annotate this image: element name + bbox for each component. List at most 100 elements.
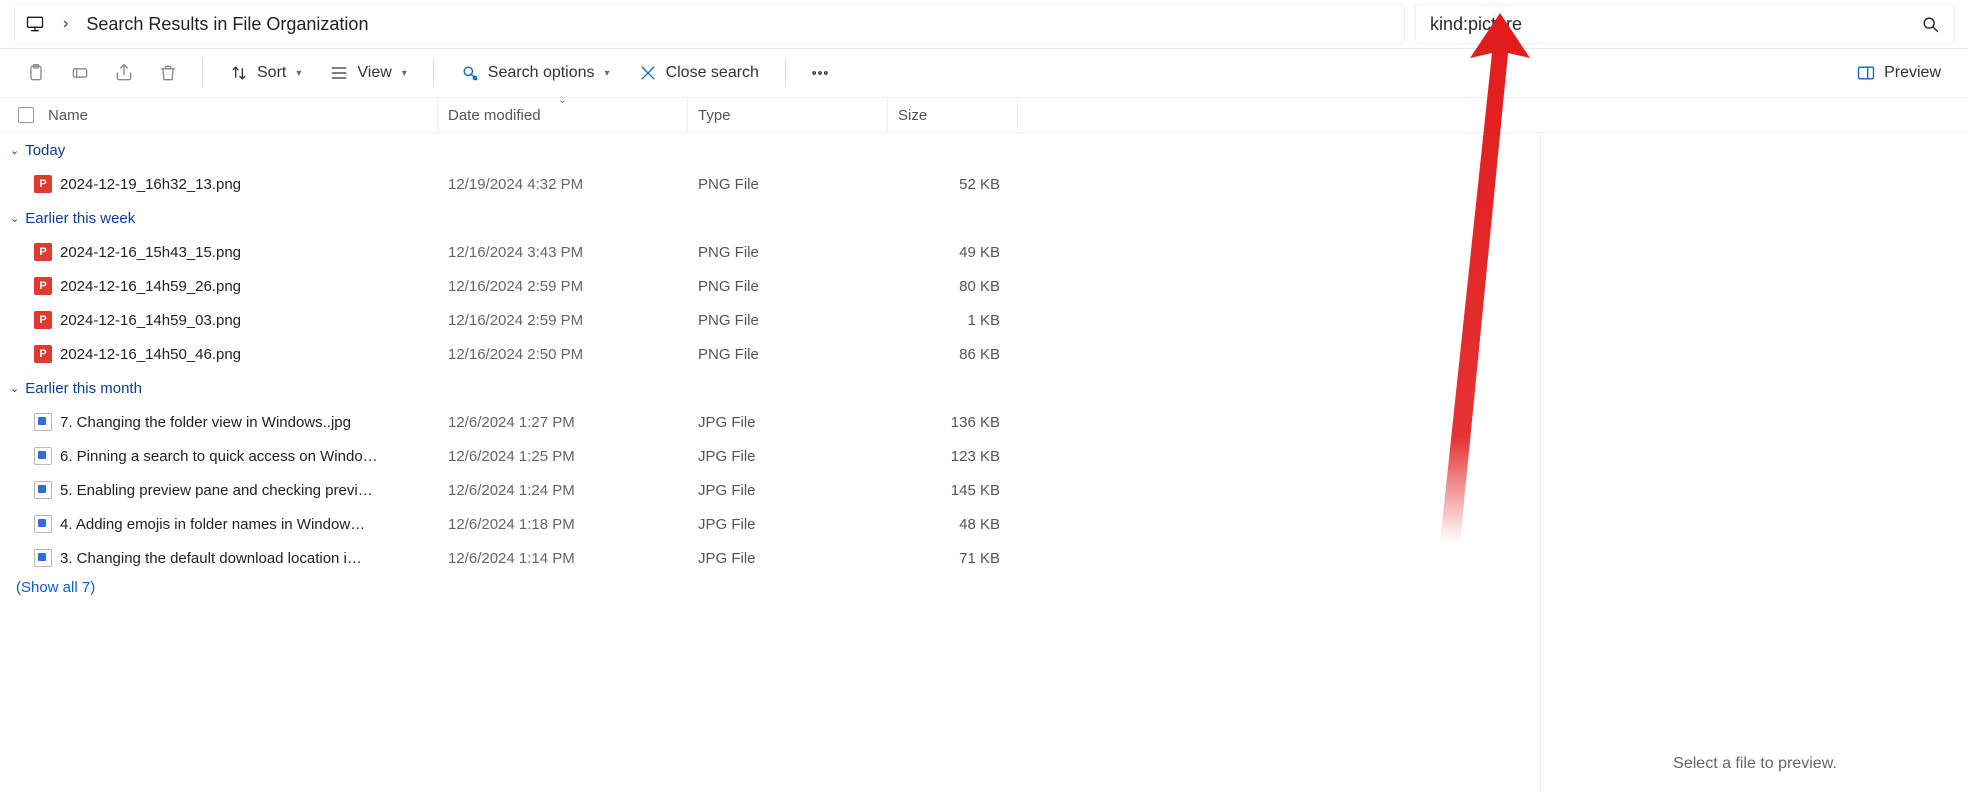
group-label: Earlier this week — [25, 210, 135, 227]
jpg-file-icon — [34, 549, 52, 567]
sort-label: Sort — [257, 64, 286, 82]
group-header[interactable]: ⌄Earlier this week — [0, 201, 1540, 235]
pc-icon — [25, 14, 45, 34]
file-size: 80 KB — [888, 278, 1018, 295]
file-type: PNG File — [688, 278, 888, 295]
toolbar-separator — [202, 59, 203, 87]
file-size: 49 KB — [888, 244, 1018, 261]
file-name: 4. Adding emojis in folder names in Wind… — [60, 516, 365, 533]
search-gear-icon — [460, 63, 480, 83]
chevron-down-icon: ▾ — [296, 68, 301, 79]
column-type[interactable]: Type — [688, 97, 888, 133]
content-area: ⌄ Today P2024-12-19_16h32_13.png12/19/2024… — [0, 133, 1969, 793]
png-file-icon: P — [34, 345, 52, 363]
file-row[interactable]: P2024-12-19_16h32_13.png12/19/2024 4:32 … — [0, 167, 1540, 201]
toolbar: Sort ▾ View ▾ Search options ▾ Close sea… — [0, 49, 1969, 97]
more-button[interactable] — [802, 55, 838, 91]
preview-toggle-button[interactable]: Preview — [1846, 55, 1951, 91]
column-size[interactable]: Size — [888, 97, 1018, 133]
chevron-down-icon: ⌄ — [10, 382, 19, 395]
chevron-down-icon: ▾ — [402, 68, 407, 79]
file-row[interactable]: 5. Enabling preview pane and checking pr… — [0, 473, 1540, 507]
chevron-down-icon: ⌄ — [10, 144, 19, 157]
file-name: 2024-12-16_14h59_26.png — [60, 278, 241, 295]
file-type: PNG File — [688, 312, 888, 329]
file-date: 12/16/2024 3:43 PM — [438, 244, 688, 261]
file-name: 5. Enabling preview pane and checking pr… — [60, 482, 373, 499]
png-file-icon: P — [34, 175, 52, 193]
group-header[interactable]: ⌄ Today — [0, 133, 1540, 167]
column-size-label: Size — [898, 107, 927, 124]
file-row[interactable]: 6. Pinning a search to quick access on W… — [0, 439, 1540, 473]
file-size: 1 KB — [888, 312, 1018, 329]
column-date-label: Date modified — [448, 107, 541, 124]
breadcrumb-title[interactable]: Search Results in File Organization — [86, 14, 368, 35]
sort-indicator-icon: ⌄ — [558, 95, 566, 106]
chevron-down-icon: ▾ — [605, 68, 610, 79]
group-header[interactable]: ⌄ Earlier this month — [0, 371, 1540, 405]
search-box[interactable] — [1415, 4, 1955, 44]
file-date: 12/16/2024 2:50 PM — [438, 346, 688, 363]
file-type: PNG File — [688, 176, 888, 193]
file-date: 12/6/2024 1:18 PM — [438, 516, 688, 533]
file-row[interactable]: 4. Adding emojis in folder names in Wind… — [0, 507, 1540, 541]
search-options-button[interactable]: Search options ▾ — [450, 55, 620, 91]
sort-button[interactable]: Sort ▾ — [219, 55, 311, 91]
column-name[interactable]: Name — [18, 97, 438, 133]
address-bar-row: › Search Results in File Organization — [0, 0, 1969, 48]
close-icon — [638, 63, 658, 83]
file-row[interactable]: P2024-12-16_15h43_15.png12/16/2024 3:43 … — [0, 235, 1540, 269]
file-type: JPG File — [688, 448, 888, 465]
close-search-label: Close search — [666, 64, 759, 82]
toolbar-separator — [433, 59, 434, 87]
address-box[interactable]: › Search Results in File Organization — [14, 4, 1405, 44]
file-row[interactable]: P2024-12-16_14h59_26.png12/16/2024 2:59 … — [0, 269, 1540, 303]
paste-button[interactable] — [18, 55, 54, 91]
preview-pane-icon — [1856, 63, 1876, 83]
select-all-checkbox[interactable] — [18, 107, 34, 123]
file-size: 48 KB — [888, 516, 1018, 533]
group-label: Earlier this month — [25, 380, 142, 397]
delete-button[interactable] — [150, 55, 186, 91]
file-name: 3. Changing the default download locatio… — [60, 550, 362, 567]
file-date: 12/6/2024 1:14 PM — [438, 550, 688, 567]
file-name: 7. Changing the folder view in Windows..… — [60, 414, 351, 431]
file-type: JPG File — [688, 482, 888, 499]
file-size: 136 KB — [888, 414, 1018, 431]
search-icon[interactable] — [1920, 14, 1940, 34]
column-date[interactable]: ⌄ Date modified — [438, 97, 688, 133]
file-name: 2024-12-16_14h50_46.png — [60, 346, 241, 363]
close-search-button[interactable]: Close search — [628, 55, 769, 91]
png-file-icon: P — [34, 243, 52, 261]
file-row[interactable]: 3. Changing the default download locatio… — [0, 541, 1540, 575]
column-headers: Name ⌄ Date modified Type Size — [0, 97, 1969, 133]
share-button[interactable] — [106, 55, 142, 91]
column-type-label: Type — [698, 107, 731, 124]
preview-pane: Select a file to preview. — [1540, 133, 1969, 793]
group-label: Today — [25, 142, 65, 159]
toolbar-separator — [785, 59, 786, 87]
file-size: 145 KB — [888, 482, 1018, 499]
jpg-file-icon — [34, 413, 52, 431]
file-row[interactable]: 7. Changing the folder view in Windows..… — [0, 405, 1540, 439]
file-name: 2024-12-16_14h59_03.png — [60, 312, 241, 329]
view-label: View — [357, 64, 391, 82]
column-name-label: Name — [48, 107, 88, 124]
file-size: 52 KB — [888, 176, 1018, 193]
breadcrumb-chevron-icon[interactable]: › — [59, 15, 72, 33]
show-all-link[interactable]: (Show all 7) — [0, 575, 1540, 596]
file-date: 12/16/2024 2:59 PM — [438, 278, 688, 295]
file-type: JPG File — [688, 414, 888, 431]
rename-button[interactable] — [62, 55, 98, 91]
file-name: 6. Pinning a search to quick access on W… — [60, 448, 378, 465]
file-type: PNG File — [688, 244, 888, 261]
file-row[interactable]: P2024-12-16_14h59_03.png12/16/2024 2:59 … — [0, 303, 1540, 337]
file-type: PNG File — [688, 346, 888, 363]
search-input[interactable] — [1430, 14, 1920, 35]
jpg-file-icon — [34, 481, 52, 499]
preview-label: Preview — [1884, 64, 1941, 82]
view-button[interactable]: View ▾ — [319, 55, 416, 91]
file-list: ⌄ Today P2024-12-19_16h32_13.png12/19/2024… — [0, 133, 1540, 793]
file-row[interactable]: P 2024-12-16_14h50_46.png 12/16/2024 2:50 … — [0, 337, 1540, 371]
file-date: 12/6/2024 1:24 PM — [438, 482, 688, 499]
